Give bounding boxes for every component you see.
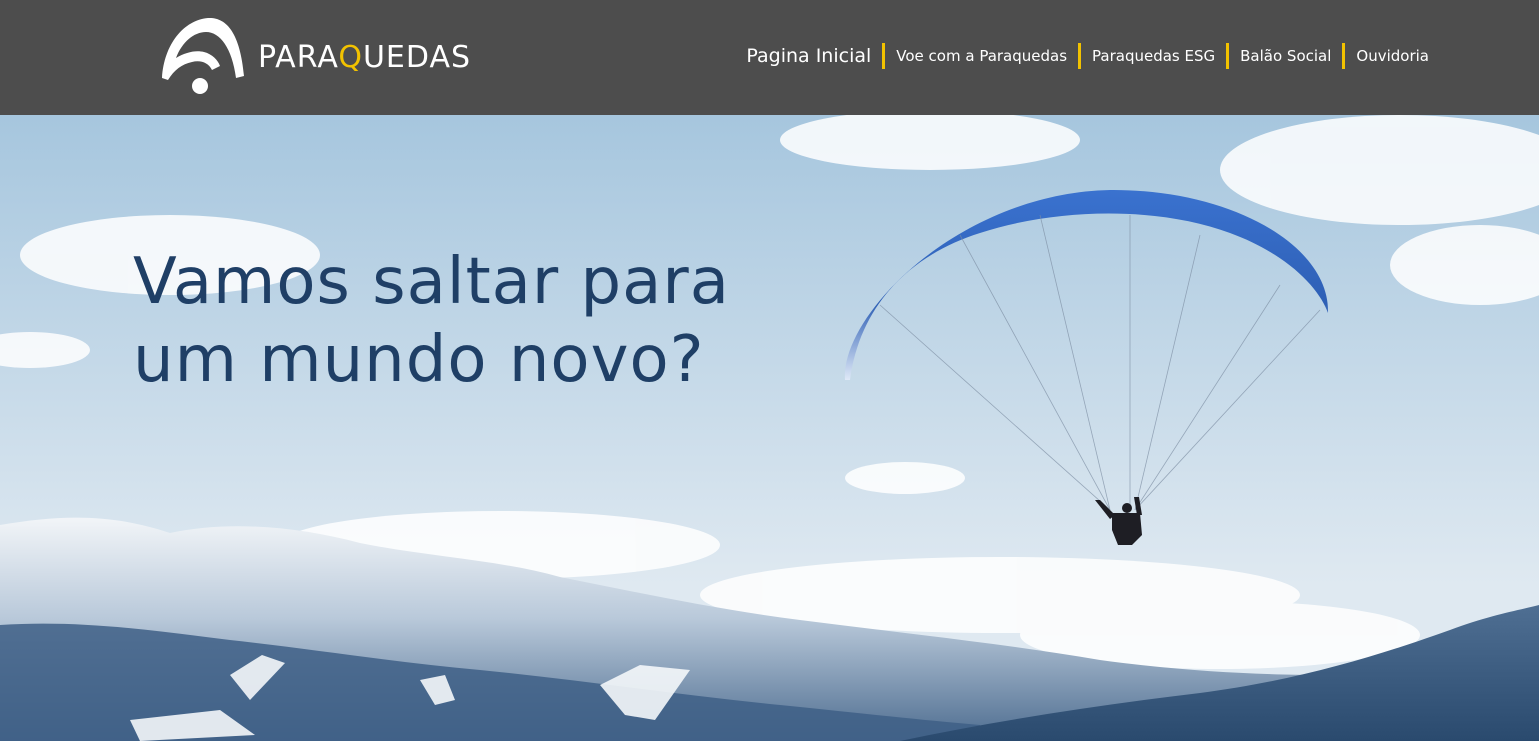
hero-banner: Vamos saltar para um mundo novo? bbox=[0, 115, 1539, 741]
nav-link-home[interactable]: Pagina Inicial bbox=[746, 45, 871, 67]
site-header: PARAQUEDAS Pagina Inicial Voe com a Para… bbox=[0, 0, 1539, 115]
nav-separator bbox=[1226, 43, 1230, 69]
brand-logo[interactable]: PARAQUEDAS bbox=[160, 14, 470, 98]
hero-title-line-1: Vamos saltar para bbox=[133, 245, 730, 319]
nav-link-esg[interactable]: Paraquedas ESG bbox=[1092, 47, 1215, 65]
brand-name-suffix: UEDAS bbox=[362, 40, 472, 75]
hero-title-line-2: um mundo novo? bbox=[133, 323, 705, 397]
paraglider-logo-icon bbox=[162, 17, 244, 94]
nav-link-balao-social[interactable]: Balão Social bbox=[1240, 47, 1331, 65]
brand-name-prefix: PARA bbox=[258, 40, 339, 75]
nav-separator bbox=[1078, 43, 1082, 69]
hero-title: Vamos saltar para um mundo novo? bbox=[133, 243, 730, 399]
nav-link-voe[interactable]: Voe com a Paraquedas bbox=[896, 47, 1067, 65]
nav-separator bbox=[1342, 43, 1346, 69]
main-nav: Pagina Inicial Voe com a Paraquedas Para… bbox=[746, 40, 1429, 72]
brand-wordmark: PARAQUEDAS bbox=[258, 40, 471, 76]
nav-separator bbox=[882, 43, 886, 69]
hero-background-image bbox=[0, 115, 1539, 741]
nav-link-ouvidoria[interactable]: Ouvidoria bbox=[1356, 47, 1429, 65]
brand-name-accent: Q bbox=[338, 40, 363, 75]
